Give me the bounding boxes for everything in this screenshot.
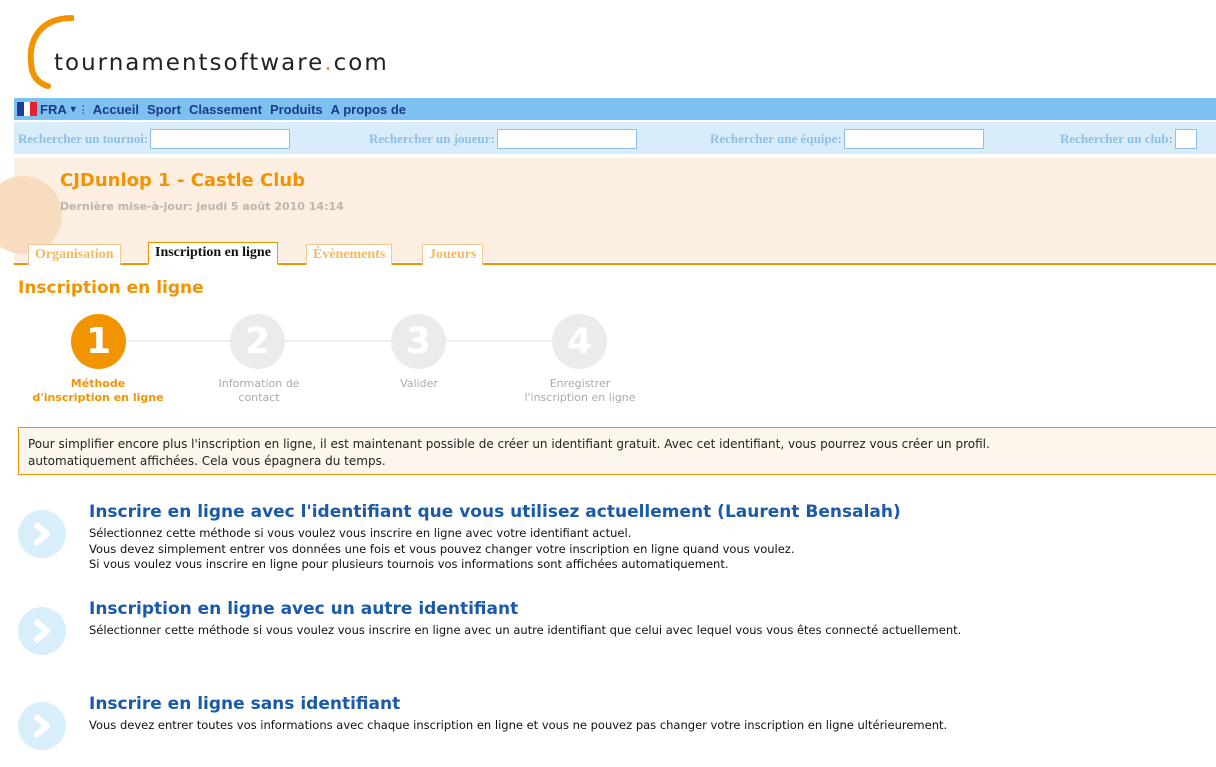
step-3-label: Valider [349, 377, 489, 391]
search-tournament-label: Rechercher un tournoi: [18, 131, 149, 146]
step-4-label: Enregistrer l'inscription en ligne [510, 377, 650, 405]
option-1-desc-line-3: Si vous voulez vous inscrire en ligne po… [89, 557, 729, 571]
search-team-input[interactable] [843, 129, 984, 149]
notice-line-1: Pour simplifier encore plus l'inscriptio… [28, 437, 990, 451]
tab-joueurs[interactable]: Joueurs [422, 244, 484, 265]
option-no-login: Inscrire en ligne sans identifiant Vous … [18, 694, 1216, 758]
search-club-label: Rechercher un club: [1060, 131, 1173, 146]
option-other-login: Inscription en ligne avec un autre ident… [18, 599, 1216, 669]
tab-inscription-en-ligne[interactable]: Inscription en ligne [148, 242, 278, 265]
main-nav: FRA ▾ ⋮ Accueil Sport Classement Produit… [14, 98, 1216, 120]
step-4-label-line1: Enregistrer [549, 377, 611, 390]
info-notice: Pour simplifier encore plus l'inscriptio… [18, 427, 1216, 475]
step-1-label-line1: Méthode [70, 377, 126, 390]
chevron-right-icon[interactable] [18, 607, 66, 655]
step-3-circle: 3 [391, 314, 446, 369]
tournament-title: CJDunlop 1 - Castle Club [60, 170, 306, 191]
site-logo[interactable]: tournamentsoftware.com [14, 12, 434, 92]
search-player-input[interactable] [496, 129, 637, 149]
nav-item-classement[interactable]: Classement [189, 102, 262, 117]
step-2-label-line2: contact [238, 391, 280, 404]
french-flag-icon[interactable] [17, 102, 37, 116]
option-current-login-description: Sélectionnez cette méthode si vous voule… [89, 526, 794, 573]
chevron-right-icon[interactable] [18, 702, 66, 750]
nav-item-accueil[interactable]: Accueil [93, 102, 139, 117]
option-no-login-description: Vous devez entrer toutes vos information… [89, 718, 947, 734]
tab-evenements[interactable]: Évènements [306, 244, 393, 265]
steps-connector [98, 340, 578, 342]
step-4-label-line2: l'inscription en ligne [524, 391, 636, 404]
option-1-desc-line-2: Vous devez simplement entrer vos données… [89, 541, 795, 556]
option-current-login-link[interactable]: Inscrire en ligne avec l'identifiant que… [89, 502, 901, 522]
option-3-desc-line-1: Vous devez entrer toutes vos information… [89, 718, 948, 732]
step-1-label-line2: d'inscription en ligne [32, 391, 164, 404]
option-2-desc-line-1: Sélectionner cette méthode si vous voule… [89, 623, 962, 637]
step-2-label-line1: Information de [218, 377, 300, 390]
step-1-label: Méthode d'inscription en ligne [28, 377, 168, 405]
nav-separator: ⋮ [77, 103, 89, 116]
language-selector[interactable]: FRA [40, 102, 67, 117]
step-2-label: Information de contact [189, 377, 329, 405]
option-other-login-link[interactable]: Inscription en ligne avec un autre ident… [89, 599, 518, 619]
notice-line-2: automatiquement affichées. Cela vous épa… [28, 454, 386, 468]
option-1-desc-line-1: Sélectionnez cette méthode si vous voule… [89, 526, 632, 540]
search-bar: Rechercher un tournoi: Rechercher un jou… [14, 122, 1216, 154]
search-tournament-input[interactable] [150, 129, 291, 149]
section-title: Inscription en ligne [18, 278, 204, 298]
step-1-circle: 1 [71, 314, 126, 369]
chevron-down-icon[interactable]: ▾ [71, 104, 76, 115]
search-team-label: Rechercher une équipe: [710, 131, 842, 146]
logo-dot: . [324, 50, 334, 76]
nav-item-sport[interactable]: Sport [147, 102, 181, 117]
step-3-label-line1: Valider [400, 377, 438, 390]
option-current-login: Inscrire en ligne avec l'identifiant que… [18, 502, 1216, 582]
logo-tld: com [333, 50, 389, 76]
tab-organisation[interactable]: Organisation [28, 244, 121, 265]
search-player-label: Rechercher un joueur: [369, 131, 495, 146]
logo-name: tournamentsoftware [54, 50, 325, 76]
last-update: Dernière mise-à-jour: jeudi 5 août 2010 … [60, 200, 344, 213]
step-4-circle: 4 [552, 314, 607, 369]
option-other-login-description: Sélectionner cette méthode si vous voule… [89, 623, 961, 639]
tab-bar: Organisation Inscription en ligne Évènem… [14, 240, 1216, 265]
step-2-circle: 2 [230, 314, 285, 369]
nav-item-a-propos[interactable]: A propos de [331, 102, 406, 117]
chevron-right-icon[interactable] [18, 510, 66, 558]
nav-item-produits[interactable]: Produits [270, 102, 323, 117]
option-no-login-link[interactable]: Inscrire en ligne sans identifiant [89, 694, 400, 714]
search-club-input[interactable] [1174, 129, 1197, 149]
